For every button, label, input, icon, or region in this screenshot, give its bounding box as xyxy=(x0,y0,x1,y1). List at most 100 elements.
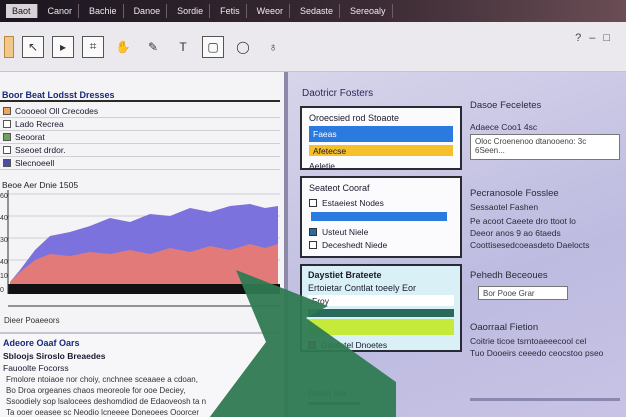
menu-item-4[interactable]: Danoe xyxy=(128,4,168,18)
legend-item[interactable]: Slecnoeell xyxy=(0,157,280,170)
legend-item[interactable]: Seoorat xyxy=(0,131,280,144)
card-bar-green[interactable] xyxy=(308,319,454,335)
y-tick-label: 40 xyxy=(0,259,8,266)
legend-item[interactable]: Lado Recrea xyxy=(0,118,280,131)
card-action-label: Ganfotel Dnoetes xyxy=(321,339,388,350)
y-tick-label: 10 xyxy=(0,273,8,280)
menu-item-8[interactable]: Sedaste xyxy=(294,4,341,18)
side-text: Coottisesedcoeasdeto Daelocts xyxy=(470,240,590,250)
legend-swatch xyxy=(3,159,11,167)
option-label: Estaeiest Nodes xyxy=(322,197,384,208)
description-field[interactable]: Oloc Croenenoo dtanooeno: 3c 6Seen... xyxy=(470,134,620,160)
options-card: Seateot Cooraf Estaeiest Nodes Usteut Ni… xyxy=(300,176,462,258)
left-panel: Boor Beat Lodsst Dresses Coooeol Oll Cre… xyxy=(0,72,284,417)
side-subtitle: Sessaotel Fashen xyxy=(470,202,539,212)
menu-item-1[interactable]: Baot xyxy=(6,4,38,18)
legend-item[interactable]: Sseoet drdor. xyxy=(0,144,280,157)
legend: Coooeol Oll Crecodes Lado Recrea Seoorat… xyxy=(0,105,280,170)
left-panel-header: Boor Beat Lodsst Dresses xyxy=(0,90,280,102)
section-line: Bo Droa orgeanes chaos meoreole for ooe … xyxy=(6,386,186,395)
minimize-icon[interactable]: – xyxy=(589,32,603,44)
checkbox[interactable] xyxy=(309,198,317,207)
info-section: Adeore Oaaf Oars Sbloojs Siroslo Breaede… xyxy=(0,332,280,417)
status-bar-blue[interactable]: Faeas xyxy=(309,126,453,142)
chat-icon[interactable]: ◯ xyxy=(232,36,254,58)
right-panel-title: Daotricr Fosters xyxy=(302,88,374,99)
legend-label: Seoorat xyxy=(15,132,45,142)
option-row[interactable]: Deceshedt Niede xyxy=(309,238,453,251)
select-icon[interactable]: ▸ xyxy=(52,35,74,58)
section-line: Ta ooer oeasee sc Neodio lcneeee Doneoee… xyxy=(6,408,200,417)
card-header: Seateot Cooraf xyxy=(309,183,370,193)
menu-item-5[interactable]: Sordie xyxy=(171,4,211,18)
menu-item-2[interactable]: Canor xyxy=(42,4,80,18)
card-header: Oroecsied rod Stoaote xyxy=(309,113,400,123)
section-line: Ssoodiely sop lsalocees deshomdiod de Ed… xyxy=(6,397,207,406)
side-title: Oaorraal Fietion xyxy=(470,322,539,333)
section-line: Fmolore ntoiaoe nor choiy, cnchnee sceaa… xyxy=(6,375,198,384)
right-panel: Daotricr Fosters Oroecsied rod Stoaote F… xyxy=(284,72,626,417)
status-card: Oroecsied rod Stoaote Faeas Afetecse Ael… xyxy=(300,106,462,171)
side-text: Deeor anos 9 ao 6taeds xyxy=(470,228,561,238)
shape-icon[interactable]: ▢ xyxy=(202,35,224,58)
hand-icon[interactable]: ✋ xyxy=(112,36,134,58)
footer-label: Dreah Bor. xyxy=(308,388,349,398)
option-row[interactable]: Usteut Niele xyxy=(309,225,453,238)
legend-swatch xyxy=(3,107,11,115)
status-bar-yellow[interactable]: Afetecse xyxy=(309,145,453,156)
card-bar-label: Froy xyxy=(308,295,454,306)
pointer-icon[interactable]: ↖ xyxy=(22,35,44,58)
side-title: Dasoe Feceletes xyxy=(470,100,542,111)
side-divider xyxy=(470,398,620,401)
checkbox[interactable] xyxy=(309,240,317,249)
y-tick-label: 40 xyxy=(0,215,8,222)
y-tick-label: 30 xyxy=(0,237,8,244)
menu-item-9[interactable]: Sereoaly xyxy=(344,4,393,18)
side-text: Coitrie ticoe tsrntoaeeecool cel xyxy=(470,336,587,346)
option-label: Deceshedt Niede xyxy=(322,239,388,250)
record-icon xyxy=(308,340,316,349)
section-header: Adeore Oaaf Oars xyxy=(3,338,80,348)
search-field[interactable]: Bor Pooe Grar xyxy=(478,286,568,300)
card-line: Ertoietar Contlat toeely Eor xyxy=(308,283,417,293)
menu-item-3[interactable]: Bachie xyxy=(83,4,124,18)
highlight-card: Daystiet Brateete Ertoietar Contlat toee… xyxy=(300,264,462,352)
option-label: Usteut Niele xyxy=(322,226,369,237)
option-row[interactable]: Estaeiest Nodes xyxy=(309,196,453,209)
menu-bar: Baot Canor Bachie Danoe Sordie Fetis Wee… xyxy=(0,0,626,22)
legend-swatch xyxy=(3,120,11,128)
legend-item[interactable]: Coooeol Oll Crecodes xyxy=(0,105,280,118)
bulb-icon[interactable]: ♁ xyxy=(262,36,284,58)
crop-icon[interactable]: ⌗ xyxy=(82,35,104,58)
text-icon[interactable]: T xyxy=(172,36,194,58)
checkbox[interactable] xyxy=(309,227,317,236)
side-title: Pecranosole Fosslee xyxy=(470,188,559,199)
area-chart: Beoe Aer Dnie 1505 60 40 30 40 10 0 xyxy=(0,178,280,312)
section-subheader: Sbloojs Siroslo Breaedes xyxy=(3,351,106,361)
menu-item-7[interactable]: Weeor xyxy=(251,4,290,18)
status-label: Aeletie xyxy=(309,160,335,171)
window-controls: ?–□ xyxy=(575,32,618,44)
toolbar: ↖ ▸ ⌗ ✋ ✎ T ▢ ◯ ♁ ?–□ xyxy=(0,22,626,72)
chart-footer-label: Dieer Poaeeors xyxy=(4,316,60,325)
card-action[interactable]: Ganfotel Dnoetes xyxy=(308,338,454,351)
card-header: Daystiet Brateete xyxy=(308,270,382,280)
y-tick-label: 0 xyxy=(0,287,4,294)
legend-label: Sseoet drdor. xyxy=(15,145,66,155)
legend-label: Slecnoeell xyxy=(15,158,55,168)
help-icon[interactable]: ? xyxy=(575,32,589,44)
menu-item-6[interactable]: Fetis xyxy=(214,4,247,18)
pen-icon[interactable]: ✎ xyxy=(142,36,164,58)
side-title: Pehedh Beceoues xyxy=(470,270,548,281)
footer-slider[interactable] xyxy=(308,402,360,405)
section-item[interactable]: Fauoolte Focorss xyxy=(0,362,280,374)
maximize-icon[interactable]: □ xyxy=(603,32,618,44)
x-axis-band xyxy=(8,284,280,294)
color-swatch-icon[interactable] xyxy=(4,35,14,58)
side-text: Tuo Dooeirs ceeedo ceocstoo pseo xyxy=(470,348,604,358)
legend-swatch xyxy=(3,146,11,154)
progress-bar xyxy=(311,212,447,221)
y-tick-label: 60 xyxy=(0,193,8,200)
area-chart-svg: 60 40 30 40 10 0 xyxy=(0,190,280,307)
side-text: Pe acoot Caeete dro ttoot lo xyxy=(470,216,576,226)
